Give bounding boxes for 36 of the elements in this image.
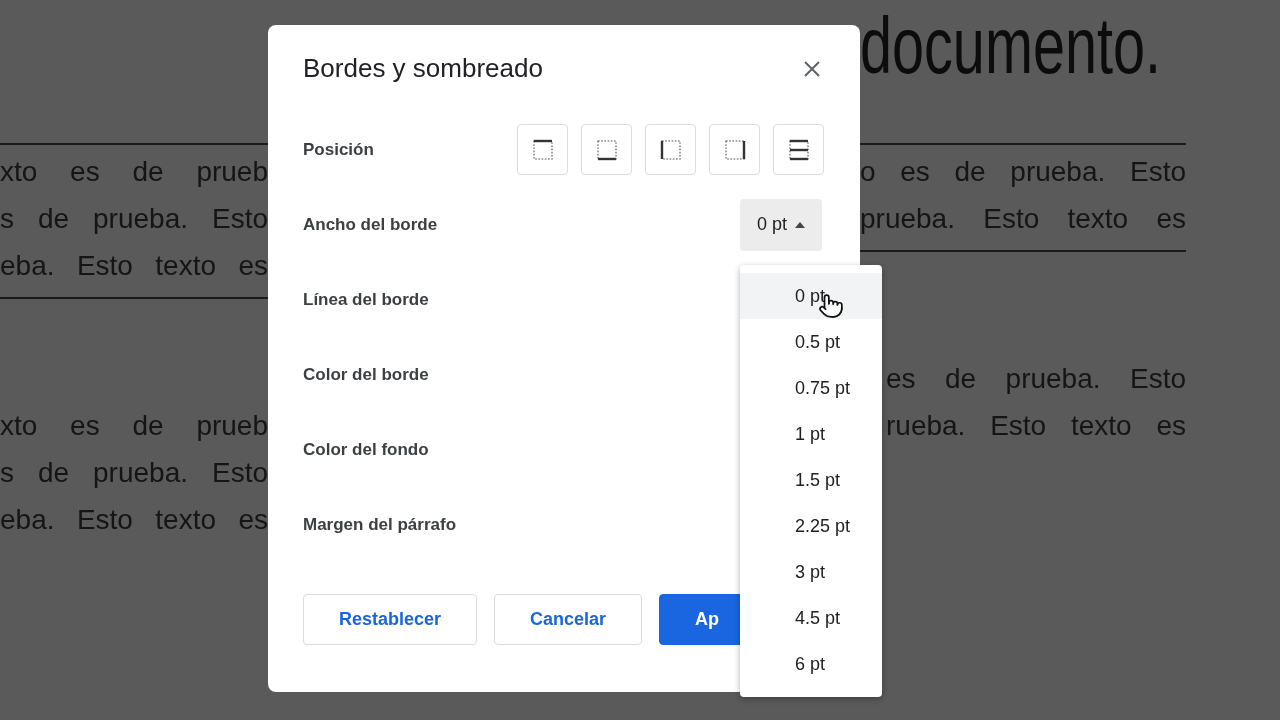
border-bottom-icon bbox=[595, 138, 618, 161]
dialog-button[interactable]: Cancelar bbox=[494, 594, 643, 645]
menu-item[interactable]: 0.5 pt bbox=[740, 319, 882, 365]
field-label: Ancho del borde bbox=[303, 214, 438, 235]
document-text: es de prueba. Esto bbox=[886, 362, 1186, 396]
menu-item[interactable]: 0.75 pt bbox=[740, 365, 882, 411]
field-label: Color del borde bbox=[303, 364, 429, 385]
menu-item[interactable]: 1 pt bbox=[740, 411, 882, 457]
field-label: Posición bbox=[303, 139, 374, 160]
width-dropdown[interactable]: 0 pt bbox=[740, 198, 822, 251]
document-text: eba. Esto texto es bbox=[0, 503, 268, 537]
menu-item[interactable]: 3 pt bbox=[740, 549, 882, 595]
document-text: eba. Esto texto es bbox=[0, 249, 268, 283]
document-text: xto es de prueb bbox=[0, 155, 268, 189]
document-text: s de prueba. Esto bbox=[0, 456, 268, 490]
caret-up-icon bbox=[795, 221, 805, 228]
border-right-icon bbox=[723, 138, 746, 161]
field-label: Margen del párrafo bbox=[303, 514, 457, 535]
menu-item[interactable]: 1.5 pt bbox=[740, 457, 882, 503]
document-text: o es de prueba. Esto bbox=[860, 155, 1186, 189]
document-text: s de prueba. Esto bbox=[0, 202, 268, 236]
field-label: Color del fondo bbox=[303, 439, 429, 460]
border-position-button[interactable] bbox=[773, 124, 824, 175]
field-label: Línea del borde bbox=[303, 289, 429, 310]
menu-item[interactable]: 2.25 pt bbox=[740, 503, 882, 549]
document-text: rueba. Esto texto es bbox=[886, 409, 1186, 443]
close-icon bbox=[804, 60, 820, 77]
dialog-button[interactable]: Restablecer bbox=[303, 594, 478, 645]
document-text: prueba. Esto texto es bbox=[860, 202, 1186, 236]
document-text: xto es de prueb bbox=[0, 409, 268, 443]
menu-item[interactable]: 0 pt bbox=[740, 273, 882, 319]
border-top-icon bbox=[531, 138, 554, 161]
border-left-icon bbox=[659, 138, 682, 161]
dialog-title: Bordes y sombreado bbox=[303, 53, 543, 84]
border-between-icon bbox=[787, 138, 810, 161]
document-title: documento. bbox=[860, 0, 1161, 92]
